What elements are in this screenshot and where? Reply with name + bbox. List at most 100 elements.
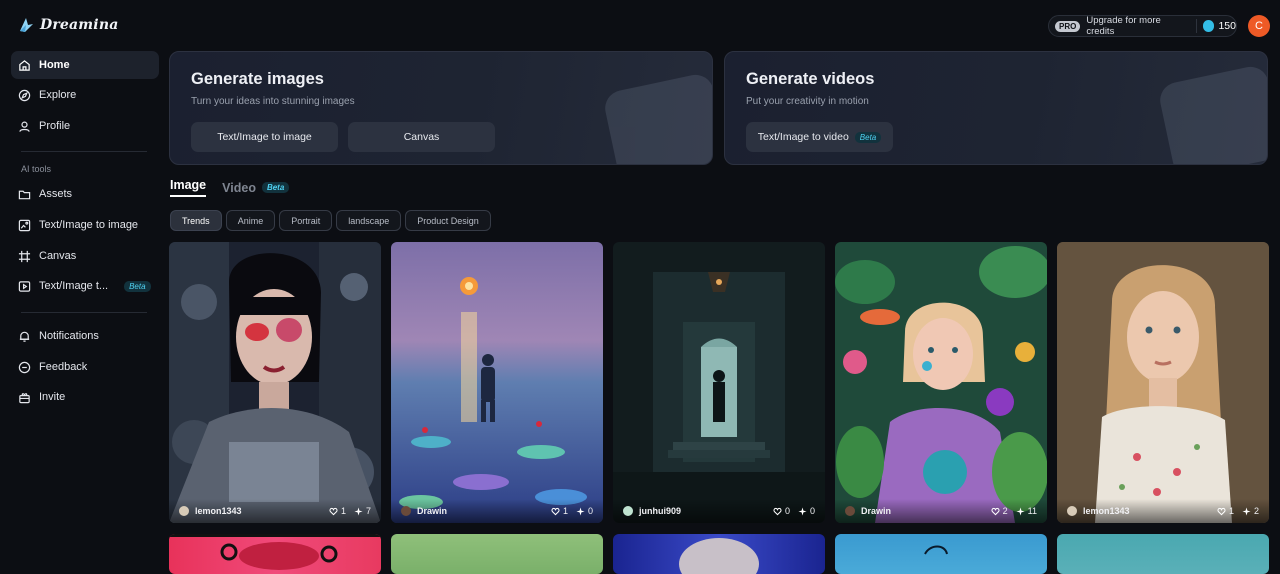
cyborg-woman-image [169,242,381,523]
gallery-item[interactable] [1057,534,1269,574]
user-avatar[interactable] [1067,506,1077,516]
video-icon [18,280,31,292]
sidebar-item-label: Home [39,59,70,71]
gallery-item[interactable]: lemon1343 1 2 [1057,242,1269,523]
likes-count: 1 [340,506,346,516]
tab-image[interactable]: Image [170,178,207,197]
canvas-button[interactable]: Canvas [348,122,495,152]
card-title: Generate images [191,70,324,88]
sidebar-item-explore[interactable]: Explore [11,81,159,109]
sparkle-icon [576,506,585,516]
sidebar-item-label: Notifications [39,330,99,342]
heart-icon [1217,507,1226,515]
likes[interactable]: 1 [329,506,346,516]
divider [21,151,147,152]
sparkle-icon [798,506,807,516]
sidebar-item-label: Invite [39,391,66,403]
section-label: AI tools [21,164,52,174]
sidebar-item-text-image-to-video[interactable]: Text/Image t... Beta [11,272,159,300]
sidebar-item-home[interactable]: Home [11,51,159,79]
gallery-item[interactable] [613,534,825,574]
sidebar-item-canvas[interactable]: Canvas [11,242,159,270]
image-edit-icon [18,219,31,231]
gallery-item-footer: junhui909 0 0 [613,499,825,523]
text-image-to-video-button[interactable]: Text/Image to video Beta [746,122,893,152]
username[interactable]: lemon1343 [195,506,321,516]
upgrade-credits-pill[interactable]: PRO Upgrade for more credits 150 [1048,15,1237,37]
user-avatar[interactable] [179,506,189,516]
user-avatar[interactable]: C [1248,15,1270,37]
username[interactable]: Drawin [417,506,543,516]
sparkle-icon [354,506,363,516]
user-avatar[interactable] [845,506,855,516]
user-icon [19,121,30,132]
gallery-item[interactable] [169,534,381,574]
gallery-item[interactable]: Drawin 1 0 [391,242,603,523]
likes-count: 0 [784,506,790,516]
username[interactable]: junhui909 [639,506,765,516]
chip-product-design[interactable]: Product Design [405,210,491,231]
heart-icon [773,507,782,515]
gallery-item[interactable]: Drawin 2 11 [835,242,1047,523]
text-image-to-image-button[interactable]: Text/Image to image [191,122,338,152]
sparkle-icon [1016,506,1025,516]
likes-count: 1 [1228,506,1234,516]
gallery-item[interactable]: lemon1343 1 7 [169,242,381,523]
gallery-item[interactable] [391,534,603,574]
username[interactable]: lemon1343 [1083,506,1209,516]
folder-icon [18,190,31,199]
home-icon [19,59,30,71]
feedback-icon [18,361,31,373]
likes[interactable]: 1 [1217,506,1234,516]
tab-video[interactable]: Video Beta [222,180,290,195]
likes[interactable]: 0 [773,506,790,516]
remixes[interactable]: 11 [1016,506,1037,516]
category-chips: Trends Anime Portrait landscape Product … [170,210,491,231]
chip-landscape[interactable]: landscape [336,210,402,231]
image-placeholder-icon [605,74,712,164]
sparkle-icon [1242,506,1251,516]
remix-count: 7 [365,506,371,516]
sidebar-item-label: Profile [39,120,71,132]
beta-badge: Beta [854,131,882,143]
sidebar-item-invite[interactable]: Invite [11,383,159,411]
blue-sky-image [924,545,948,555]
user-avatar[interactable] [623,506,633,516]
likes-count: 1 [562,506,568,516]
remix-count: 11 [1027,506,1037,516]
remixes[interactable]: 2 [1242,506,1259,516]
sidebar-item-feedback[interactable]: Feedback [11,353,159,381]
tab-label: Video [222,180,256,195]
gallery-item[interactable]: junhui909 0 0 [613,242,825,523]
pink-graffiti-image [169,534,381,570]
card-subtitle: Turn your ideas into stunning images [191,96,355,107]
dreamina-logo[interactable]: Dreamina [17,16,118,34]
dreamina-logo-icon [20,18,33,32]
sidebar-item-assets[interactable]: Assets [11,180,159,208]
pill-divider [1195,19,1197,33]
remixes[interactable]: 0 [798,506,815,516]
chip-portrait[interactable]: Portrait [279,210,333,231]
sidebar-item-text-image-to-image[interactable]: Text/Image to image [11,211,159,239]
app-name: Dreamina [40,17,119,33]
heart-icon [991,507,1000,515]
gallery-item[interactable] [835,534,1047,574]
remix-count: 0 [587,506,593,516]
remixes[interactable]: 7 [354,506,371,516]
likes[interactable]: 1 [551,506,568,516]
likes[interactable]: 2 [991,506,1008,516]
card-subtitle: Put your creativity in motion [746,96,869,107]
dark-hallway-image [613,242,825,523]
username[interactable]: Drawin [861,506,983,516]
gallery-item-footer: lemon1343 1 7 [169,499,381,523]
remixes[interactable]: 0 [576,506,593,516]
gift-icon [19,392,30,403]
sidebar-item-notifications[interactable]: Notifications [11,322,159,350]
divider [21,312,147,313]
chip-anime[interactable]: Anime [225,210,276,231]
beta-badge: Beta [261,182,290,193]
sidebar-item-profile[interactable]: Profile [11,112,159,140]
upgrade-text[interactable]: Upgrade for more credits [1086,15,1189,37]
user-avatar[interactable] [401,506,411,516]
chip-trends[interactable]: Trends [170,210,222,231]
